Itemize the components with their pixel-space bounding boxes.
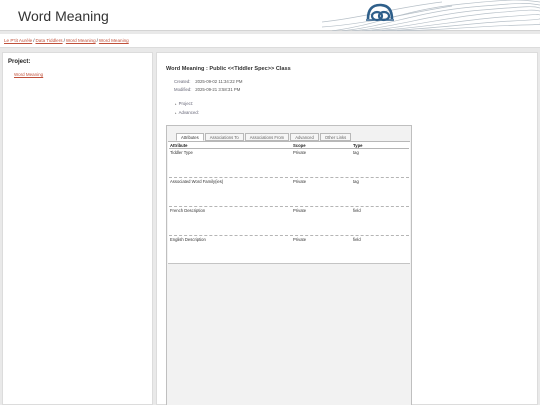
row-divider: [169, 177, 409, 178]
caret-right-icon: ▸: [175, 102, 177, 106]
page-header-title: Word Meaning: [18, 8, 109, 24]
table-cell-attribute: English Description: [170, 237, 206, 242]
table-cell-attribute: French Description: [170, 208, 206, 213]
project-toggle[interactable]: ▸ Project:: [175, 101, 193, 106]
table-cell-scope: Private: [293, 179, 307, 184]
row-divider: [169, 235, 409, 236]
tab-attributes[interactable]: Attributes: [176, 133, 204, 141]
caret-right-icon: ▸: [175, 111, 177, 115]
table-cell-type: tag: [353, 150, 359, 155]
tab-advanced[interactable]: Advanced: [290, 133, 319, 141]
table-cell-attribute: Associated Word Family(ies): [170, 179, 224, 184]
table-cell-scope: Private: [293, 208, 307, 213]
created-value: 2025-09-02 11:34:22 PM: [195, 79, 243, 84]
advanced-toggle[interactable]: ▸ Advanced:: [175, 110, 199, 115]
table-cell-scope: Private: [293, 237, 307, 242]
app-header: Word Meaning: [0, 0, 540, 31]
modified-label: Modified:: [174, 87, 192, 92]
row-divider: [169, 206, 409, 207]
sidebar: Project: Word Meaning: [2, 52, 153, 405]
breadcrumb-separator: /: [63, 38, 65, 43]
modified-value: 2025-09-21 3:58:31 PM: [195, 87, 241, 92]
attributes-table: Attribute Scope Type Tiddler Type Privat…: [168, 141, 410, 264]
tab-associations-from[interactable]: Associations From: [244, 133, 290, 141]
wave-banner-logo-icon: [322, 0, 540, 31]
breadcrumb-bar: Le P'tit Aurèle/Data Tiddlers/Word Meani…: [0, 34, 540, 48]
breadcrumb-link-current[interactable]: Word Meaning: [99, 38, 129, 43]
created-label: Created:: [174, 79, 191, 84]
breadcrumb-link-home[interactable]: Le P'tit Aurèle: [4, 38, 32, 43]
modified-row: Modified: 2025-09-21 3:58:31 PM: [174, 87, 240, 92]
table-cell-scope: Private: [293, 150, 307, 155]
project-toggle-label: Project:: [178, 101, 194, 106]
breadcrumb-separator: /: [96, 38, 98, 43]
sidebar-title: Project:: [8, 59, 31, 65]
header-divider: [169, 148, 409, 149]
main-content: Word Meaning : Public <<Tiddler Spec>> C…: [156, 52, 538, 405]
table-cell-type: tag: [353, 179, 359, 184]
table-cell-type: field: [353, 237, 361, 242]
page-title: Word Meaning : Public <<Tiddler Spec>> C…: [166, 66, 291, 72]
tabbed-panel: Attributes Associations To Associations Fr…: [166, 125, 412, 405]
advanced-toggle-label: Advanced:: [178, 110, 199, 115]
table-cell-attribute: Tiddler Type: [170, 150, 193, 155]
breadcrumb-link-data-tiddlers[interactable]: Data Tiddlers: [35, 38, 62, 43]
breadcrumb-link-word-meaning[interactable]: Word Meaning: [66, 38, 96, 43]
tab-other-links[interactable]: Other Links: [319, 133, 352, 141]
sidebar-item-word-meaning[interactable]: Word Meaning: [14, 72, 43, 77]
site-logo[interactable]: [322, 0, 540, 31]
tab-bar: Attributes Associations To Associations Fr…: [176, 133, 352, 141]
breadcrumb: Le P'tit Aurèle/Data Tiddlers/Word Meani…: [4, 38, 129, 43]
table-cell-type: field: [353, 208, 361, 213]
created-row: Created: 2025-09-02 11:34:22 PM: [174, 79, 242, 84]
tab-associations-to[interactable]: Associations To: [204, 133, 244, 141]
